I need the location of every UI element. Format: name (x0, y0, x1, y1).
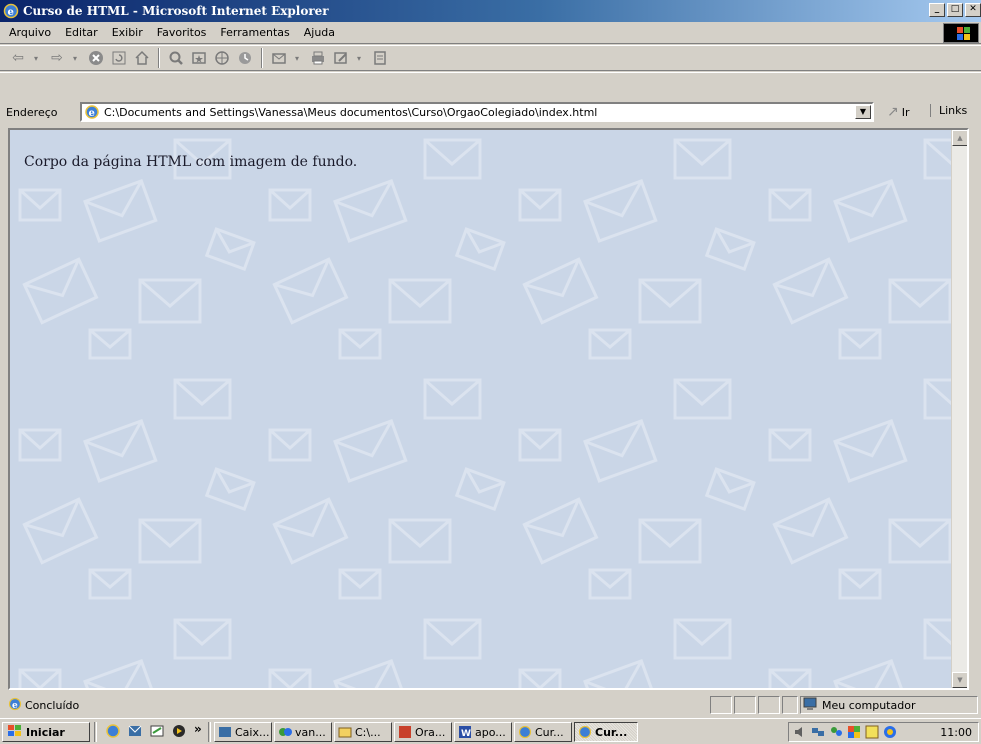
ie-icon: e (3, 3, 19, 19)
quicklaunch-more-icon[interactable]: » (194, 722, 202, 736)
window-title: Curso de HTML - Microsoft Internet Explo… (23, 4, 329, 18)
address-bar-area: Endereço e ▼ ↗ Ir Links (0, 72, 981, 127)
ie-task-icon (518, 725, 532, 739)
maximize-button[interactable]: □ (947, 3, 963, 17)
task-caixa[interactable]: Caix... (214, 722, 272, 742)
discuss-icon[interactable] (370, 48, 390, 68)
ie-task-icon (578, 725, 592, 739)
mail-dropdown-icon[interactable]: ▾ (292, 48, 302, 68)
menu-ajuda[interactable]: Ajuda (297, 26, 342, 39)
stop-icon[interactable] (86, 48, 106, 68)
menu-exibir[interactable]: Exibir (105, 26, 150, 39)
taskbar: Iniciar » Caix... van... C:\... Ora... W… (0, 718, 981, 744)
clock[interactable]: 11:00 (940, 726, 972, 739)
powerpoint-icon (398, 725, 412, 739)
forward-dropdown-icon[interactable]: ▾ (70, 48, 80, 68)
back-icon[interactable]: ⇦ (8, 48, 28, 68)
address-field[interactable]: e ▼ (80, 102, 874, 122)
refresh-icon[interactable] (109, 48, 129, 68)
browser-window: e Curso de HTML - Microsoft Internet Exp… (0, 0, 981, 718)
edit-icon[interactable] (331, 48, 351, 68)
windows-logo-icon (943, 23, 979, 43)
close-button[interactable]: ✕ (965, 3, 981, 17)
minimize-button[interactable]: _ (929, 3, 945, 17)
svg-text:e: e (12, 701, 18, 711)
start-button[interactable]: Iniciar (2, 722, 90, 742)
windows-flag-icon (7, 724, 23, 741)
status-bar: e Concluído Meu computador (0, 694, 981, 716)
svg-text:e: e (89, 108, 95, 119)
start-label: Iniciar (26, 725, 65, 739)
quicklaunch-media-icon[interactable] (171, 723, 187, 739)
task-vanessa[interactable]: van... (274, 722, 332, 742)
computer-icon (802, 697, 818, 714)
title-bar[interactable]: e Curso de HTML - Microsoft Internet Exp… (0, 0, 981, 22)
folder-search-icon (338, 725, 352, 739)
task-apostila[interactable]: W apo... (454, 722, 512, 742)
network-icon[interactable] (811, 725, 825, 739)
menu-editar[interactable]: Editar (58, 26, 105, 39)
page-body-text: Corpo da página HTML com imagem de fundo… (24, 154, 358, 170)
menu-favoritos[interactable]: Favoritos (150, 26, 214, 39)
notes-icon[interactable] (865, 725, 879, 739)
address-label: Endereço (6, 105, 58, 119)
history-icon[interactable] (235, 48, 255, 68)
scroll-down-icon[interactable]: ▼ (952, 672, 967, 688)
antivirus-icon[interactable] (883, 725, 897, 739)
task-oracle[interactable]: Ora... (394, 722, 452, 742)
vertical-scrollbar[interactable]: ▲ ▼ (951, 130, 967, 688)
outlook-icon (218, 725, 232, 739)
volume-icon[interactable] (793, 725, 807, 739)
mail-icon[interactable] (269, 48, 289, 68)
back-dropdown-icon[interactable]: ▾ (31, 48, 41, 68)
address-dropdown-icon[interactable]: ▼ (855, 105, 871, 119)
go-label: Ir (901, 105, 910, 119)
edit-dropdown-icon[interactable]: ▾ (354, 48, 364, 68)
status-text: Concluído (25, 699, 80, 712)
page-icon: e (84, 104, 100, 120)
task-explorer[interactable]: C:\... (334, 722, 392, 742)
scroll-up-icon[interactable]: ▲ (952, 130, 967, 146)
quicklaunch-ie-icon[interactable] (105, 723, 121, 739)
quicklaunch-outlook-icon[interactable] (127, 723, 143, 739)
menu-arquivo[interactable]: Arquivo (0, 26, 58, 39)
envelope-background-pattern (10, 130, 967, 688)
page-viewport[interactable]: Corpo da página HTML com imagem de fundo… (8, 128, 969, 690)
links-button[interactable]: Links (930, 104, 967, 117)
toolbar: ⇦ ▾ ⇨ ▾ ▾ ▾ (0, 45, 981, 71)
print-icon[interactable] (308, 48, 328, 68)
home-icon[interactable] (132, 48, 152, 68)
address-input[interactable] (104, 105, 844, 119)
quicklaunch-desktop-icon[interactable] (149, 723, 165, 739)
security-zone-label: Meu computador (822, 699, 916, 712)
flag-tray-icon[interactable] (847, 725, 861, 739)
status-page-icon: e (8, 697, 22, 714)
favorites-icon[interactable] (189, 48, 209, 68)
go-button[interactable]: ↗ Ir (887, 104, 910, 120)
svg-text:W: W (461, 729, 471, 739)
task-curso-active[interactable]: Cur... (574, 722, 638, 742)
word-icon: W (458, 725, 472, 739)
media-icon[interactable] (212, 48, 232, 68)
task-curso-1[interactable]: Cur... (514, 722, 572, 742)
users-icon[interactable] (829, 725, 843, 739)
menu-ferramentas[interactable]: Ferramentas (213, 26, 296, 39)
messenger-icon (278, 725, 292, 739)
forward-icon[interactable]: ⇨ (47, 48, 67, 68)
svg-text:e: e (8, 7, 14, 18)
system-tray: 11:00 (788, 722, 979, 742)
go-arrow-icon: ↗ (887, 104, 899, 120)
search-icon[interactable] (166, 48, 186, 68)
menu-bar: Arquivo Editar Exibir Favoritos Ferramen… (0, 22, 981, 44)
